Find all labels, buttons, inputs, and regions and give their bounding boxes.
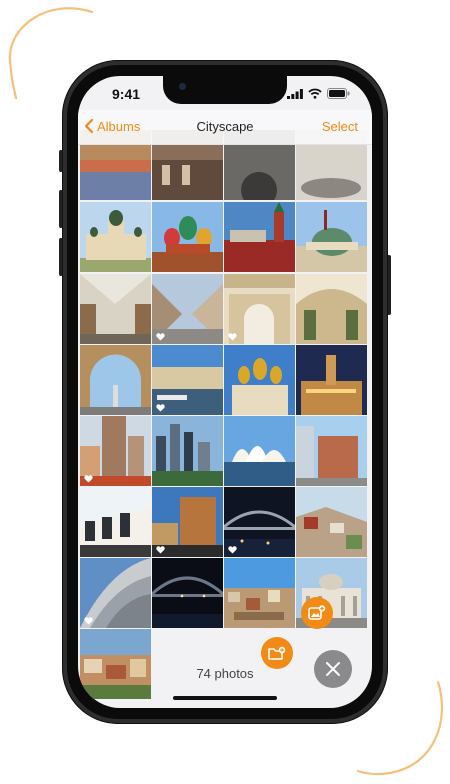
status-time: 9:41 bbox=[112, 86, 141, 102]
photo-tile[interactable] bbox=[152, 274, 223, 344]
photo-tile[interactable] bbox=[296, 487, 367, 557]
photo-tile[interactable] bbox=[152, 416, 223, 486]
heart-icon bbox=[228, 333, 237, 341]
photo-tile[interactable] bbox=[80, 487, 151, 557]
photo-tile[interactable] bbox=[296, 416, 367, 486]
photo-tile[interactable] bbox=[152, 558, 223, 628]
add-photo-icon bbox=[308, 605, 326, 620]
add-photo-button[interactable] bbox=[301, 597, 333, 629]
photo-tile[interactable] bbox=[224, 345, 295, 415]
photo-tile[interactable] bbox=[152, 345, 223, 415]
photo-tile[interactable] bbox=[224, 558, 295, 628]
cellular-signal-icon bbox=[287, 88, 303, 99]
add-folder-icon bbox=[268, 646, 286, 660]
wifi-icon bbox=[308, 88, 322, 99]
photo-tile[interactable] bbox=[224, 274, 295, 344]
photo-tile[interactable] bbox=[224, 487, 295, 557]
navigation-bar: Albums Cityscape Select bbox=[78, 110, 372, 145]
home-indicator[interactable] bbox=[173, 696, 277, 700]
notch bbox=[163, 76, 287, 104]
photo-tile[interactable] bbox=[224, 202, 295, 272]
photo-tile[interactable] bbox=[296, 202, 367, 272]
photo-tile[interactable] bbox=[152, 202, 223, 272]
add-folder-button[interactable] bbox=[261, 637, 293, 669]
heart-icon bbox=[84, 617, 93, 625]
heart-icon bbox=[228, 546, 237, 554]
photo-tile[interactable] bbox=[296, 274, 367, 344]
photo-tile[interactable] bbox=[296, 345, 367, 415]
photo-tile[interactable] bbox=[80, 202, 151, 272]
photo-tile[interactable] bbox=[80, 416, 151, 486]
photo-tile[interactable] bbox=[80, 558, 151, 628]
photo-tile[interactable] bbox=[80, 629, 151, 699]
photo-tile[interactable] bbox=[224, 416, 295, 486]
select-button[interactable]: Select bbox=[322, 119, 358, 134]
photo-tile[interactable] bbox=[80, 345, 151, 415]
photo-tile[interactable] bbox=[152, 487, 223, 557]
photo-tile[interactable] bbox=[80, 274, 151, 344]
heart-icon bbox=[84, 475, 93, 483]
phone-screen: 9:41 Albums Cityscape Select 74 photos bbox=[78, 76, 372, 708]
heart-icon bbox=[156, 404, 165, 412]
heart-icon bbox=[156, 546, 165, 554]
heart-icon bbox=[156, 333, 165, 341]
battery-icon bbox=[327, 88, 350, 99]
front-camera bbox=[179, 83, 186, 90]
photo-count: 74 photos bbox=[196, 666, 254, 681]
